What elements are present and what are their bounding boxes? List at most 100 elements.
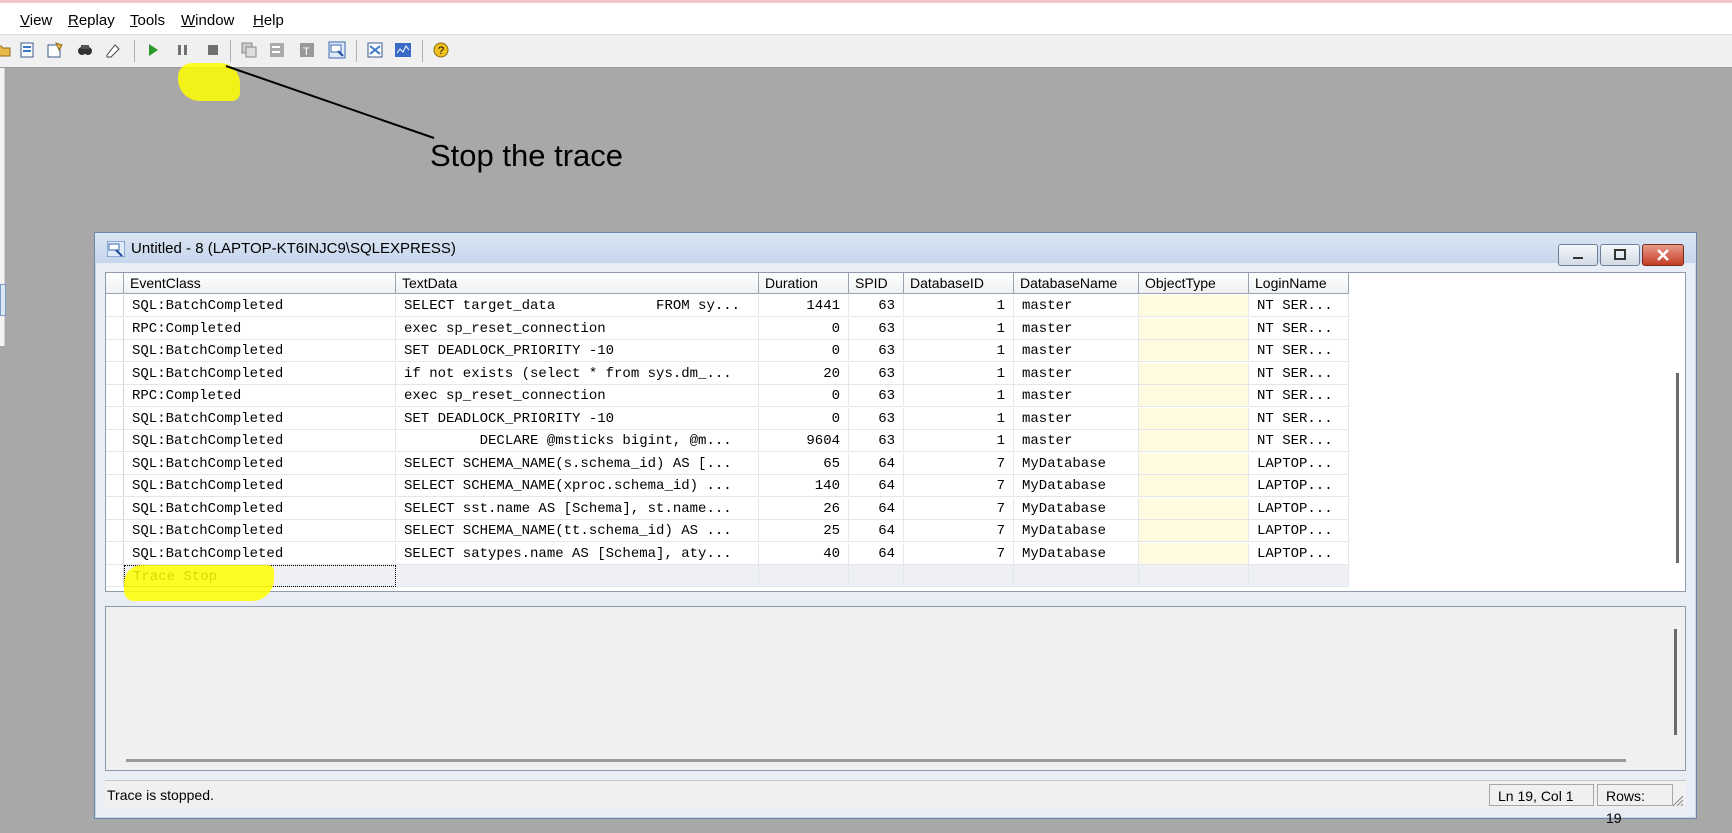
cell-text: exec sp_reset_connection bbox=[396, 385, 759, 407]
find-icon[interactable] bbox=[76, 41, 94, 59]
window-title: Untitled - 8 (LAPTOP-KT6INJC9\SQLEXPRESS… bbox=[131, 240, 456, 257]
cell-objtype bbox=[1139, 475, 1249, 497]
trace-window[interactable]: Untitled - 8 (LAPTOP-KT6INJC9\SQLEXPRESS… bbox=[94, 232, 1697, 826]
column-header-objecttype[interactable]: ObjectType bbox=[1139, 273, 1249, 294]
row-selector[interactable] bbox=[106, 430, 124, 452]
cell-login: NT SER... bbox=[1249, 340, 1349, 362]
properties-icon[interactable] bbox=[18, 41, 36, 59]
cell-login: LAPTOP... bbox=[1249, 475, 1349, 497]
cell-dbname: master bbox=[1014, 385, 1139, 407]
menu-bar: View Replay Tools Window Help bbox=[0, 3, 1732, 35]
table-row[interactable]: SQL:BatchCompleted DECLARE @msticks bigi… bbox=[106, 430, 1349, 452]
cell-dbid: 7 bbox=[904, 542, 1014, 565]
pause-icon[interactable] bbox=[174, 41, 192, 59]
row-selector[interactable] bbox=[106, 295, 124, 317]
cell-dbname: MyDatabase bbox=[1014, 542, 1139, 565]
cell-dbid: 1 bbox=[904, 362, 1014, 385]
column-header-spid[interactable]: SPID bbox=[849, 273, 904, 294]
trace-grid[interactable]: EventClass TextData Duration SPID DatabaseID… bbox=[105, 272, 1686, 592]
close-icon bbox=[1657, 249, 1669, 261]
menu-label-rest: indow bbox=[195, 12, 235, 29]
menu-help[interactable]: Help bbox=[253, 12, 284, 29]
cell-objtype bbox=[1139, 565, 1249, 587]
column-header-databaseid[interactable]: DatabaseID bbox=[904, 273, 1014, 294]
detail-horizontal-scrollbar[interactable] bbox=[126, 759, 1626, 762]
row-selector[interactable] bbox=[106, 497, 124, 520]
grid-corner bbox=[106, 273, 124, 294]
cell-objtype bbox=[1139, 520, 1249, 542]
column-header-textdata[interactable]: TextData bbox=[396, 273, 759, 294]
row-selector[interactable] bbox=[106, 475, 124, 497]
activity-monitor-icon[interactable] bbox=[394, 41, 412, 59]
side-panel-selection bbox=[0, 284, 6, 316]
profiler-icon[interactable] bbox=[366, 41, 384, 59]
cell-duration: 0 bbox=[759, 385, 849, 407]
cell-event: SQL:BatchCompleted bbox=[124, 542, 396, 565]
text-detail-pane[interactable] bbox=[105, 606, 1686, 771]
row-selector[interactable] bbox=[106, 362, 124, 385]
row-selector[interactable] bbox=[106, 452, 124, 475]
cell-dbid: 7 bbox=[904, 475, 1014, 497]
run-icon[interactable] bbox=[144, 41, 162, 59]
table-row[interactable]: SQL:BatchCompleted SELECT satypes.name AS… bbox=[106, 542, 1349, 565]
cell-text: DECLARE @msticks bigint, @m... bbox=[396, 430, 759, 452]
template-icon[interactable] bbox=[46, 41, 64, 59]
table-row[interactable]: SQL:BatchCompleted SET DEADLOCK_PRIORITY … bbox=[106, 407, 1349, 430]
row-selector[interactable] bbox=[106, 520, 124, 542]
table-row[interactable]: SQL:BatchCompleted SELECT SCHEMA_NAME(tt.… bbox=[106, 520, 1349, 542]
cell-objtype bbox=[1139, 362, 1249, 385]
auto-scroll-icon[interactable] bbox=[240, 41, 258, 59]
cell-duration: 140 bbox=[759, 475, 849, 497]
cell-dbname: MyDatabase bbox=[1014, 520, 1139, 542]
cell-login: NT SER... bbox=[1249, 295, 1349, 317]
column-icon[interactable]: T bbox=[298, 41, 316, 59]
row-selector[interactable] bbox=[106, 542, 124, 565]
window-title-bar[interactable]: Untitled - 8 (LAPTOP-KT6INJC9\SQLEXPRESS… bbox=[95, 233, 1696, 266]
detail-vertical-scrollbar[interactable] bbox=[1674, 629, 1677, 735]
menu-tools[interactable]: Tools bbox=[130, 12, 165, 29]
open-icon[interactable] bbox=[0, 41, 12, 59]
grid-vertical-scrollbar[interactable] bbox=[1676, 373, 1679, 563]
menu-view[interactable]: View bbox=[20, 12, 52, 29]
minimize-button[interactable] bbox=[1558, 244, 1598, 266]
stop-icon[interactable] bbox=[204, 41, 222, 59]
restore-button[interactable] bbox=[1600, 244, 1640, 266]
cell-event: SQL:BatchCompleted bbox=[124, 475, 396, 497]
row-selector[interactable] bbox=[106, 407, 124, 430]
column-header-loginname[interactable]: LoginName bbox=[1249, 273, 1349, 294]
cell-dbid: 7 bbox=[904, 520, 1014, 542]
table-row[interactable]: Trace Stop bbox=[106, 565, 1349, 587]
stop-highlight bbox=[178, 63, 240, 101]
row-selector[interactable] bbox=[106, 340, 124, 362]
close-button[interactable] bbox=[1642, 244, 1684, 266]
column-header-databasename[interactable]: DatabaseName bbox=[1014, 273, 1139, 294]
cell-login: LAPTOP... bbox=[1249, 452, 1349, 475]
column-header-duration[interactable]: Duration bbox=[759, 273, 849, 294]
cell-spid: 63 bbox=[849, 430, 904, 452]
table-row[interactable]: RPC:Completed exec sp_reset_connection 0 63… bbox=[106, 385, 1349, 407]
table-row[interactable]: SQL:BatchCompleted SELECT SCHEMA_NAME(s.s… bbox=[106, 452, 1349, 475]
trace-window-icon[interactable] bbox=[328, 41, 346, 59]
cell-dbid: 1 bbox=[904, 317, 1014, 340]
row-selector[interactable] bbox=[106, 565, 124, 587]
cell-login: NT SER... bbox=[1249, 362, 1349, 385]
cell-dbid: 1 bbox=[904, 385, 1014, 407]
table-row[interactable]: SQL:BatchCompleted SELECT SCHEMA_NAME(xpr… bbox=[106, 475, 1349, 497]
cell-text: SELECT SCHEMA_NAME(xproc.schema_id) ... bbox=[396, 475, 759, 497]
menu-label-rest: iew bbox=[29, 12, 53, 29]
clear-icon[interactable] bbox=[268, 41, 286, 59]
eraser-icon[interactable] bbox=[104, 41, 122, 59]
resize-grip-icon[interactable] bbox=[1670, 793, 1684, 807]
menu-replay[interactable]: Replay bbox=[68, 12, 115, 29]
table-row[interactable]: SQL:BatchCompleted SET DEADLOCK_PRIORITY … bbox=[106, 340, 1349, 362]
column-header-eventclass[interactable]: EventClass bbox=[124, 273, 396, 294]
table-row[interactable]: SQL:BatchCompleted SELECT target_data FRO… bbox=[106, 295, 1349, 317]
row-selector[interactable] bbox=[106, 385, 124, 407]
help-icon[interactable]: ? bbox=[432, 41, 450, 59]
menu-window[interactable]: Window bbox=[181, 12, 234, 29]
table-row[interactable]: RPC:Completed exec sp_reset_connection 0 63… bbox=[106, 317, 1349, 340]
table-row[interactable]: SQL:BatchCompleted if not exists (select … bbox=[106, 362, 1349, 385]
cell-spid: 63 bbox=[849, 317, 904, 340]
table-row[interactable]: SQL:BatchCompleted SELECT sst.name AS [Sc… bbox=[106, 497, 1349, 520]
row-selector[interactable] bbox=[106, 317, 124, 340]
